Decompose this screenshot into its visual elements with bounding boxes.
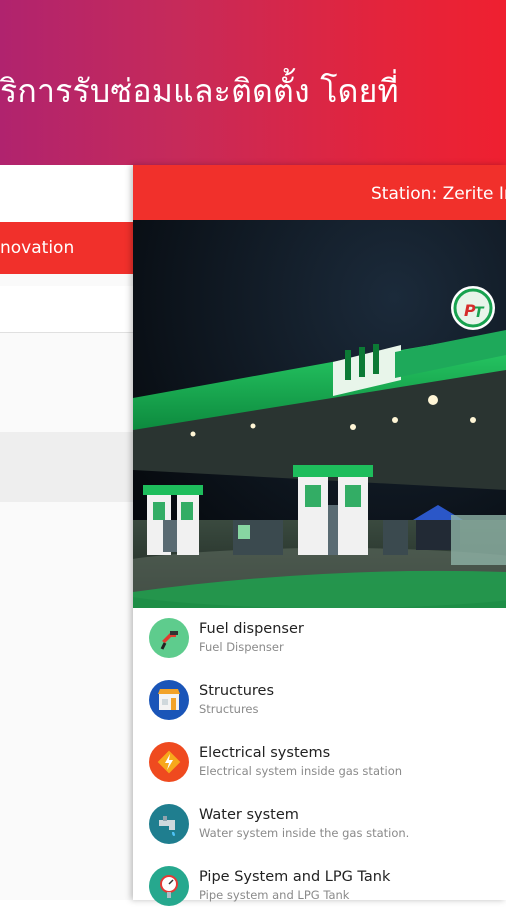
item-subtitle: Structures bbox=[199, 702, 259, 716]
banner-headline: ริการรับซ่อมและติดตั้ง โดยที่ bbox=[0, 72, 399, 110]
item-subtitle: Fuel Dispenser bbox=[199, 640, 284, 654]
svg-text:T: T bbox=[474, 305, 485, 321]
item-title: Fuel dispenser bbox=[199, 621, 304, 637]
gas-station-photo-illustration: P T bbox=[133, 220, 506, 608]
lightning-icon bbox=[149, 742, 189, 782]
store-building-icon bbox=[149, 680, 189, 720]
water-faucet-icon bbox=[149, 804, 189, 844]
fuel-nozzle-icon bbox=[149, 618, 189, 658]
background-list-row[interactable] bbox=[0, 286, 133, 333]
station-title: Station: Zerite In bbox=[371, 184, 506, 204]
list-item[interactable]: Pipe System and LPG Tank Pipe system and… bbox=[133, 856, 506, 918]
list-item[interactable]: Fuel dispenser Fuel Dispenser bbox=[133, 608, 506, 670]
list-item[interactable]: Water system Water system inside the gas… bbox=[133, 794, 506, 856]
background-card-title-bar: novation bbox=[0, 222, 133, 274]
promo-banner: ริการรับซ่อมและติดตั้ง โดยที่ bbox=[0, 0, 506, 165]
item-subtitle: Water system inside the gas station. bbox=[199, 826, 410, 840]
station-card: Station: Zerite In P T Fuel dispenser Fu… bbox=[133, 165, 506, 906]
station-title-bar: Station: Zerite In bbox=[133, 165, 506, 220]
background-card-title: novation bbox=[0, 238, 75, 258]
pressure-gauge-icon bbox=[149, 866, 189, 906]
item-title: Pipe System and LPG Tank bbox=[199, 869, 391, 885]
background-card bbox=[0, 274, 133, 900]
item-title: Water system bbox=[199, 807, 299, 823]
item-title: Electrical systems bbox=[199, 745, 331, 761]
background-list-row-selected[interactable] bbox=[0, 432, 133, 502]
list-item[interactable]: Structures Structures bbox=[133, 670, 506, 732]
item-title: Structures bbox=[199, 683, 275, 699]
item-subtitle: Electrical system inside gas station bbox=[199, 764, 403, 778]
station-photo: P T bbox=[133, 220, 506, 608]
list-item[interactable]: Electrical systems Electrical system ins… bbox=[133, 732, 506, 794]
